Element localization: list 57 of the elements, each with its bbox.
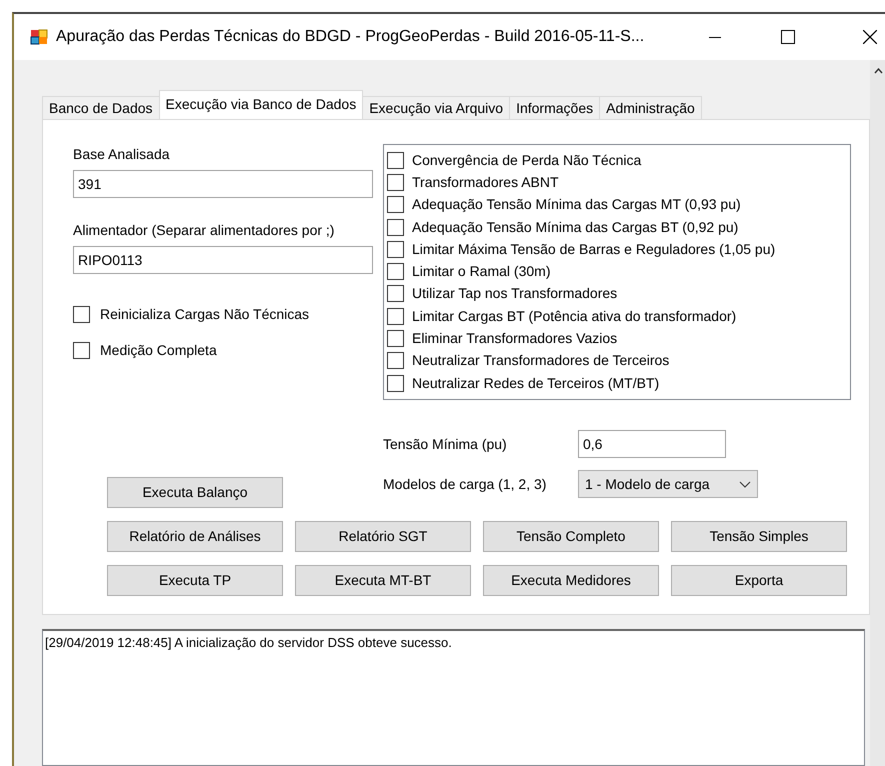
tab[interactable]: Informações	[509, 96, 600, 119]
tab[interactable]: Administração	[599, 96, 702, 119]
dropdown[interactable]: 1 - Modelo de carga	[578, 470, 758, 498]
scroll-up-icon[interactable]	[874, 68, 882, 74]
checkbox[interactable]	[73, 342, 90, 359]
checkbox-label: Limitar Cargas BT (Potência ativa do transformador)	[412, 306, 736, 326]
checkbox-label: Convergência de Perda Não Técnica	[412, 150, 642, 170]
checkbox-label: Eliminar Transformadores Vazios	[412, 329, 618, 348]
checkbox[interactable]	[387, 285, 404, 302]
scrollbar[interactable]	[870, 60, 885, 766]
app-icon	[30, 29, 48, 45]
checkbox[interactable]	[387, 218, 404, 236]
field-label: Tensão Mínima (pu)	[383, 434, 508, 454]
window-title: Apuração das Perdas Técnicas do BDGD - ProgGeoPerdas - Build 2016-05-11-S...	[56, 27, 644, 47]
action-button[interactable]: Exporta	[671, 565, 847, 596]
checkbox-label: Utilizar Tap nos Transformadores	[412, 284, 618, 304]
action-button[interactable]: Tensão Completo	[483, 521, 659, 552]
input-field[interactable]: 391	[73, 170, 373, 198]
checkbox-label: Medição Completa	[100, 341, 217, 360]
action-button[interactable]: Executa Medidores	[483, 565, 659, 596]
field-label: Alimentador (Separar alimentadores por ;)	[73, 221, 336, 240]
checkbox[interactable]	[387, 240, 404, 258]
close-button[interactable]	[863, 30, 877, 44]
checkbox-label: Reinicializa Cargas Não Técnicas	[100, 305, 310, 324]
maximize-button[interactable]	[781, 30, 795, 44]
checkbox[interactable]	[387, 330, 404, 348]
checkbox[interactable]	[387, 308, 404, 325]
checkbox[interactable]	[387, 174, 404, 191]
input-field[interactable]: RIPO0113	[73, 246, 373, 274]
input-field[interactable]: 0,6	[578, 430, 726, 458]
action-button[interactable]: Tensão Simples	[671, 521, 847, 552]
log-line: [29/04/2019 12:48:45] A inicialização do servidor DSS obteve sucesso.	[45, 634, 453, 652]
checkbox[interactable]	[387, 196, 404, 214]
field-label: Modelos de carga (1, 2, 3)	[383, 474, 548, 494]
checkbox[interactable]	[387, 263, 404, 280]
checkbox-label: Transformadores ABNT	[412, 172, 559, 192]
minimize-button[interactable]	[709, 36, 721, 38]
tab[interactable]: Banco de Dados	[42, 96, 160, 119]
action-button[interactable]: Relatório de Análises	[107, 521, 283, 552]
checkbox[interactable]	[387, 152, 404, 169]
checkbox-label: Adequação Tensão Mínima das Cargas MT (0,93 pu)	[412, 195, 741, 214]
checkbox-label: Neutralizar Transformadores de Terceiros	[412, 351, 670, 370]
checkbox[interactable]	[387, 374, 404, 392]
action-button[interactable]: Relatório SGT	[295, 521, 471, 552]
checkbox-label: Adequação Tensão Mínima das Cargas BT (0,92 pu)	[412, 218, 738, 237]
tab[interactable]: Execução via Arquivo	[362, 96, 510, 119]
checkbox-label: Limitar o Ramal (30m)	[412, 262, 550, 282]
execute-button[interactable]: Executa Balanço	[107, 477, 283, 508]
checkbox[interactable]	[387, 352, 404, 370]
tab[interactable]: Execução via Banco de Dados	[158, 90, 364, 119]
action-button[interactable]: Executa MT-BT	[295, 565, 471, 596]
action-button[interactable]: Executa TP	[107, 565, 283, 596]
chevron-down-icon	[739, 480, 751, 488]
checkbox-label: Neutralizar Redes de Terceiros (MT/BT)	[412, 374, 660, 393]
checkbox[interactable]	[73, 306, 90, 323]
checkbox-label: Limitar Máxima Tensão de Barras e Reguladores (1,05 pu)	[412, 240, 776, 259]
field-label: Base Analisada	[73, 145, 171, 164]
